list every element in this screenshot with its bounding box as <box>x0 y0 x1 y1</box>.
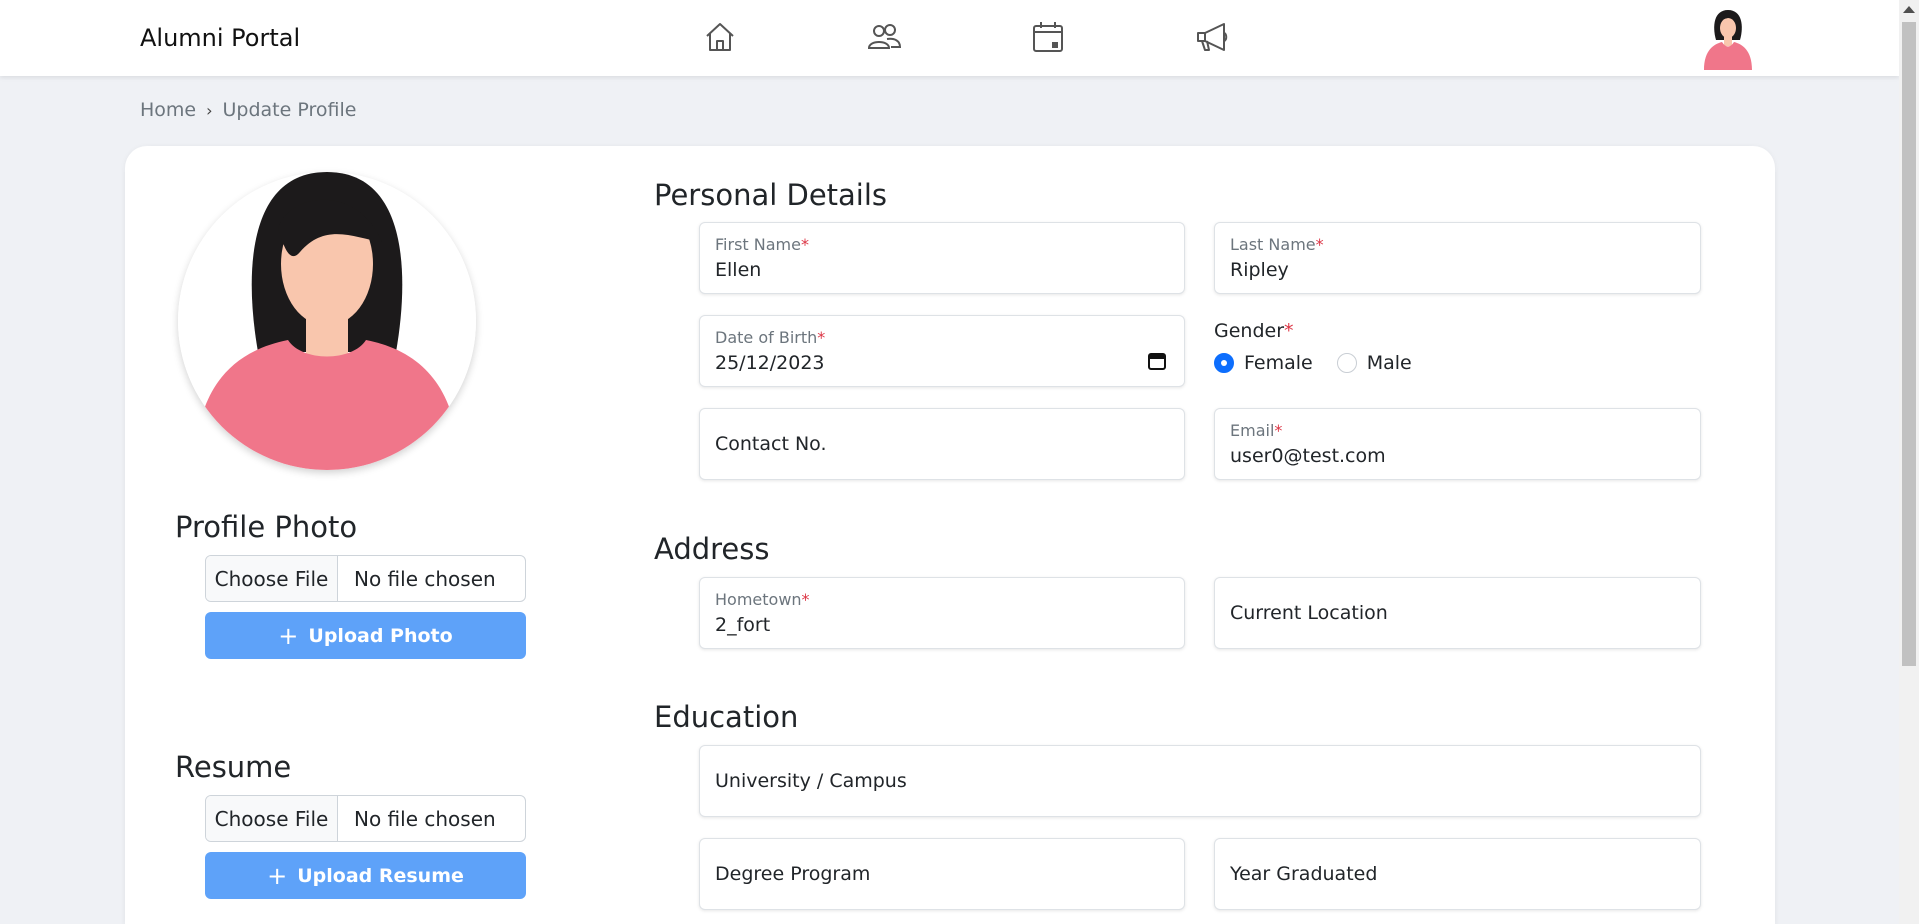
gender-radio-group: Female Male <box>1214 352 1412 374</box>
resume-file-input[interactable]: Choose File No file chosen <box>205 795 526 842</box>
upload-photo-label: Upload Photo <box>308 624 453 647</box>
education-title: Education <box>654 700 799 734</box>
contact-no-field[interactable]: Contact No. <box>699 408 1185 480</box>
degree-program-field[interactable]: Degree Program <box>699 838 1185 910</box>
date-of-birth-field[interactable]: Date of Birth* 25/12/2023 <box>699 315 1185 387</box>
first-name-field[interactable]: First Name* Ellen <box>699 222 1185 294</box>
address-title: Address <box>654 532 770 566</box>
upload-photo-button[interactable]: + Upload Photo <box>205 612 526 659</box>
navbar: Alumni Portal <box>0 0 1899 76</box>
calendar-picker-icon[interactable] <box>1148 352 1166 370</box>
breadcrumb-home[interactable]: Home <box>140 99 196 121</box>
scroll-up-arrow[interactable] <box>1903 6 1915 13</box>
plus-icon: + <box>267 861 288 890</box>
current-location-field[interactable]: Current Location <box>1214 577 1701 649</box>
upload-resume-label: Upload Resume <box>297 864 464 887</box>
gender-male-label[interactable]: Male <box>1367 352 1412 374</box>
current-location-placeholder: Current Location <box>1230 602 1388 624</box>
email-field[interactable]: Email* user0@test.com <box>1214 408 1701 480</box>
megaphone-icon[interactable] <box>1192 17 1232 57</box>
degree-program-placeholder: Degree Program <box>715 863 871 885</box>
profile-photo-title: Profile Photo <box>175 510 358 544</box>
scroll-thumb[interactable] <box>1902 22 1916 666</box>
breadcrumb-current: Update Profile <box>222 99 357 121</box>
year-graduated-placeholder: Year Graduated <box>1230 863 1378 885</box>
scrollbar[interactable] <box>1899 0 1919 924</box>
hometown-field[interactable]: Hometown* 2_fort <box>699 577 1185 649</box>
email-value: user0@test.com <box>1230 445 1386 467</box>
plus-icon: + <box>278 621 299 650</box>
resume-choose-file-button[interactable]: Choose File <box>206 796 338 841</box>
home-icon[interactable] <box>700 17 740 57</box>
last-name-value: Ripley <box>1230 259 1289 281</box>
email-label: Email <box>1230 421 1275 440</box>
gender-label: Gender* <box>1214 320 1294 342</box>
photo-file-input[interactable]: Choose File No file chosen <box>205 555 526 602</box>
gender-male-radio[interactable] <box>1336 353 1357 373</box>
photo-file-status: No file chosen <box>354 566 496 591</box>
contact-no-placeholder: Contact No. <box>715 433 827 455</box>
profile-photo <box>178 172 476 470</box>
hometown-value: 2_fort <box>715 614 771 636</box>
breadcrumb-separator: › <box>206 100 213 120</box>
last-name-field[interactable]: Last Name* Ripley <box>1214 222 1701 294</box>
resume-title: Resume <box>175 750 292 784</box>
date-of-birth-value: 25/12/2023 <box>715 352 825 374</box>
photo-choose-file-button[interactable]: Choose File <box>206 556 338 601</box>
user-avatar[interactable] <box>1700 6 1756 70</box>
date-of-birth-label: Date of Birth <box>715 328 818 347</box>
brand-title[interactable]: Alumni Portal <box>140 24 300 52</box>
first-name-value: Ellen <box>715 259 762 281</box>
calendar-icon[interactable] <box>1028 17 1068 57</box>
gender-female-label[interactable]: Female <box>1244 352 1313 374</box>
upload-resume-button[interactable]: + Upload Resume <box>205 852 526 899</box>
university-placeholder: University / Campus <box>715 770 907 792</box>
hometown-label: Hometown <box>715 590 802 609</box>
people-icon[interactable] <box>864 17 904 57</box>
breadcrumb: Home › Update Profile <box>140 99 356 121</box>
year-graduated-field[interactable]: Year Graduated <box>1214 838 1701 910</box>
personal-details-title: Personal Details <box>654 178 888 212</box>
resume-file-status: No file chosen <box>354 806 496 831</box>
university-field[interactable]: University / Campus <box>699 745 1701 817</box>
last-name-label: Last Name <box>1230 235 1316 254</box>
first-name-label: First Name <box>715 235 801 254</box>
gender-female-radio[interactable] <box>1214 353 1234 373</box>
